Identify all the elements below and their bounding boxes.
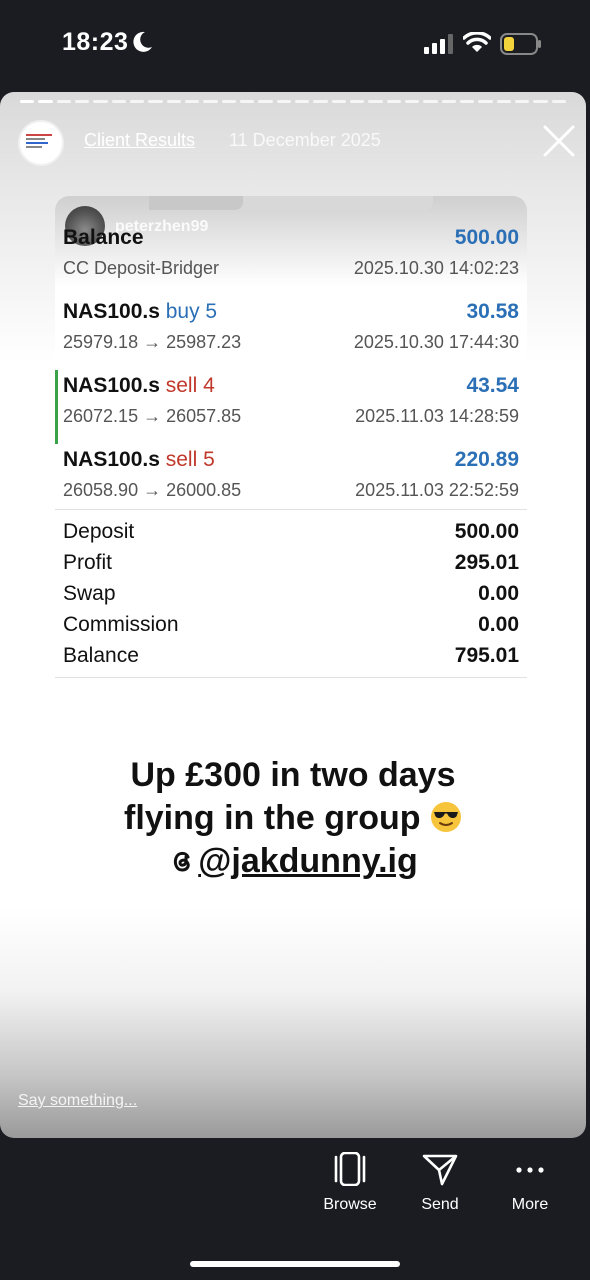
summary-row: Commission 0.00 (63, 613, 519, 636)
summary-row: Deposit 500.00 (63, 520, 519, 543)
trade-history-screenshot: peterzhen99 Balance 500.00 CC Deposit-Br… (55, 196, 527, 680)
avatar-thumbnail (26, 134, 58, 156)
story-title[interactable]: Client Results (84, 130, 195, 151)
summary-row: Swap 0.00 (63, 582, 519, 605)
row-detail: 26058.90 → 26000.85 (63, 480, 242, 500)
more-icon (516, 1167, 544, 1173)
row-direction: sell 5 (165, 448, 215, 471)
row-detail: CC Deposit-Bridger (63, 258, 220, 278)
row-title: NAS100.s sell 4 (63, 374, 215, 397)
browse-button[interactable]: Browse (305, 1152, 395, 1214)
browse-icon (334, 1152, 366, 1186)
battery-icon (500, 33, 541, 55)
history-row: Balance 500.00 CC Deposit-Bridger 2025.1… (55, 226, 527, 300)
clock: 18:23 (62, 28, 129, 56)
send-icon (422, 1154, 458, 1186)
row-title: Balance (63, 226, 144, 249)
summary-block: Deposit 500.00 Profit 295.01 Swap 0.00 Comm… (63, 518, 519, 673)
divider (55, 677, 527, 678)
home-indicator[interactable] (190, 1261, 400, 1267)
cellular-signal-icon (424, 34, 453, 54)
caption-line: flying in the group (0, 797, 586, 840)
status-bar: 18:23 (0, 0, 590, 90)
story-progress-bar (20, 100, 566, 103)
sunglasses-emoji-icon (430, 802, 461, 832)
history-row: NAS100.s sell 4 43.54 26072.15 → 26057.8… (55, 370, 527, 448)
row-timestamp: 2025.10.30 14:02:23 (353, 258, 519, 278)
history-row: NAS100.s sell 5 220.89 26058.90 → 26000.… (55, 448, 527, 522)
row-detail: 26072.15 → 26057.85 (63, 406, 242, 426)
reply-input[interactable]: Say something... (18, 1092, 137, 1110)
history-row: NAS100.s buy 5 30.58 25979.18 → 25987.23… (55, 300, 527, 374)
story-header: Client Results 11 December 2025 (18, 120, 576, 166)
moon-icon (133, 31, 152, 52)
row-timestamp: 2025.11.03 22:52:59 (355, 480, 519, 500)
row-amount: 220.89 (454, 448, 519, 471)
row-amount: 30.58 (466, 300, 519, 323)
row-direction: sell 4 (165, 374, 215, 397)
send-button[interactable]: Send (395, 1152, 485, 1214)
row-direction: buy 5 (165, 300, 218, 323)
mention-link[interactable]: @jakdunny.ig (0, 840, 586, 883)
caption-line: Up £300 in two days (130, 756, 456, 794)
threads-icon (174, 851, 190, 872)
segment-control (149, 196, 433, 210)
highlight-avatar[interactable] (18, 120, 64, 166)
row-timestamp: 2025.11.03 14:28:59 (355, 406, 519, 426)
row-title: NAS100.s buy 5 (63, 300, 218, 323)
row-detail: 25979.18 → 25987.23 (63, 332, 242, 352)
summary-row: Balance 795.01 (63, 644, 519, 667)
wifi-icon (463, 32, 491, 52)
more-button[interactable]: More (485, 1152, 575, 1214)
divider (55, 509, 527, 510)
story-viewer[interactable]: Client Results 11 December 2025 peterzhe… (0, 92, 586, 1138)
close-icon[interactable] (542, 124, 576, 158)
summary-row: Profit 295.01 (63, 551, 519, 574)
row-amount: 500.00 (454, 226, 519, 249)
row-amount: 43.54 (466, 374, 519, 397)
row-timestamp: 2025.10.30 17:44:30 (353, 332, 519, 352)
row-title: NAS100.s sell 5 (63, 448, 215, 471)
story-date: 11 December 2025 (229, 130, 381, 150)
story-caption: Up £300 in two days flying in the group … (0, 754, 586, 883)
